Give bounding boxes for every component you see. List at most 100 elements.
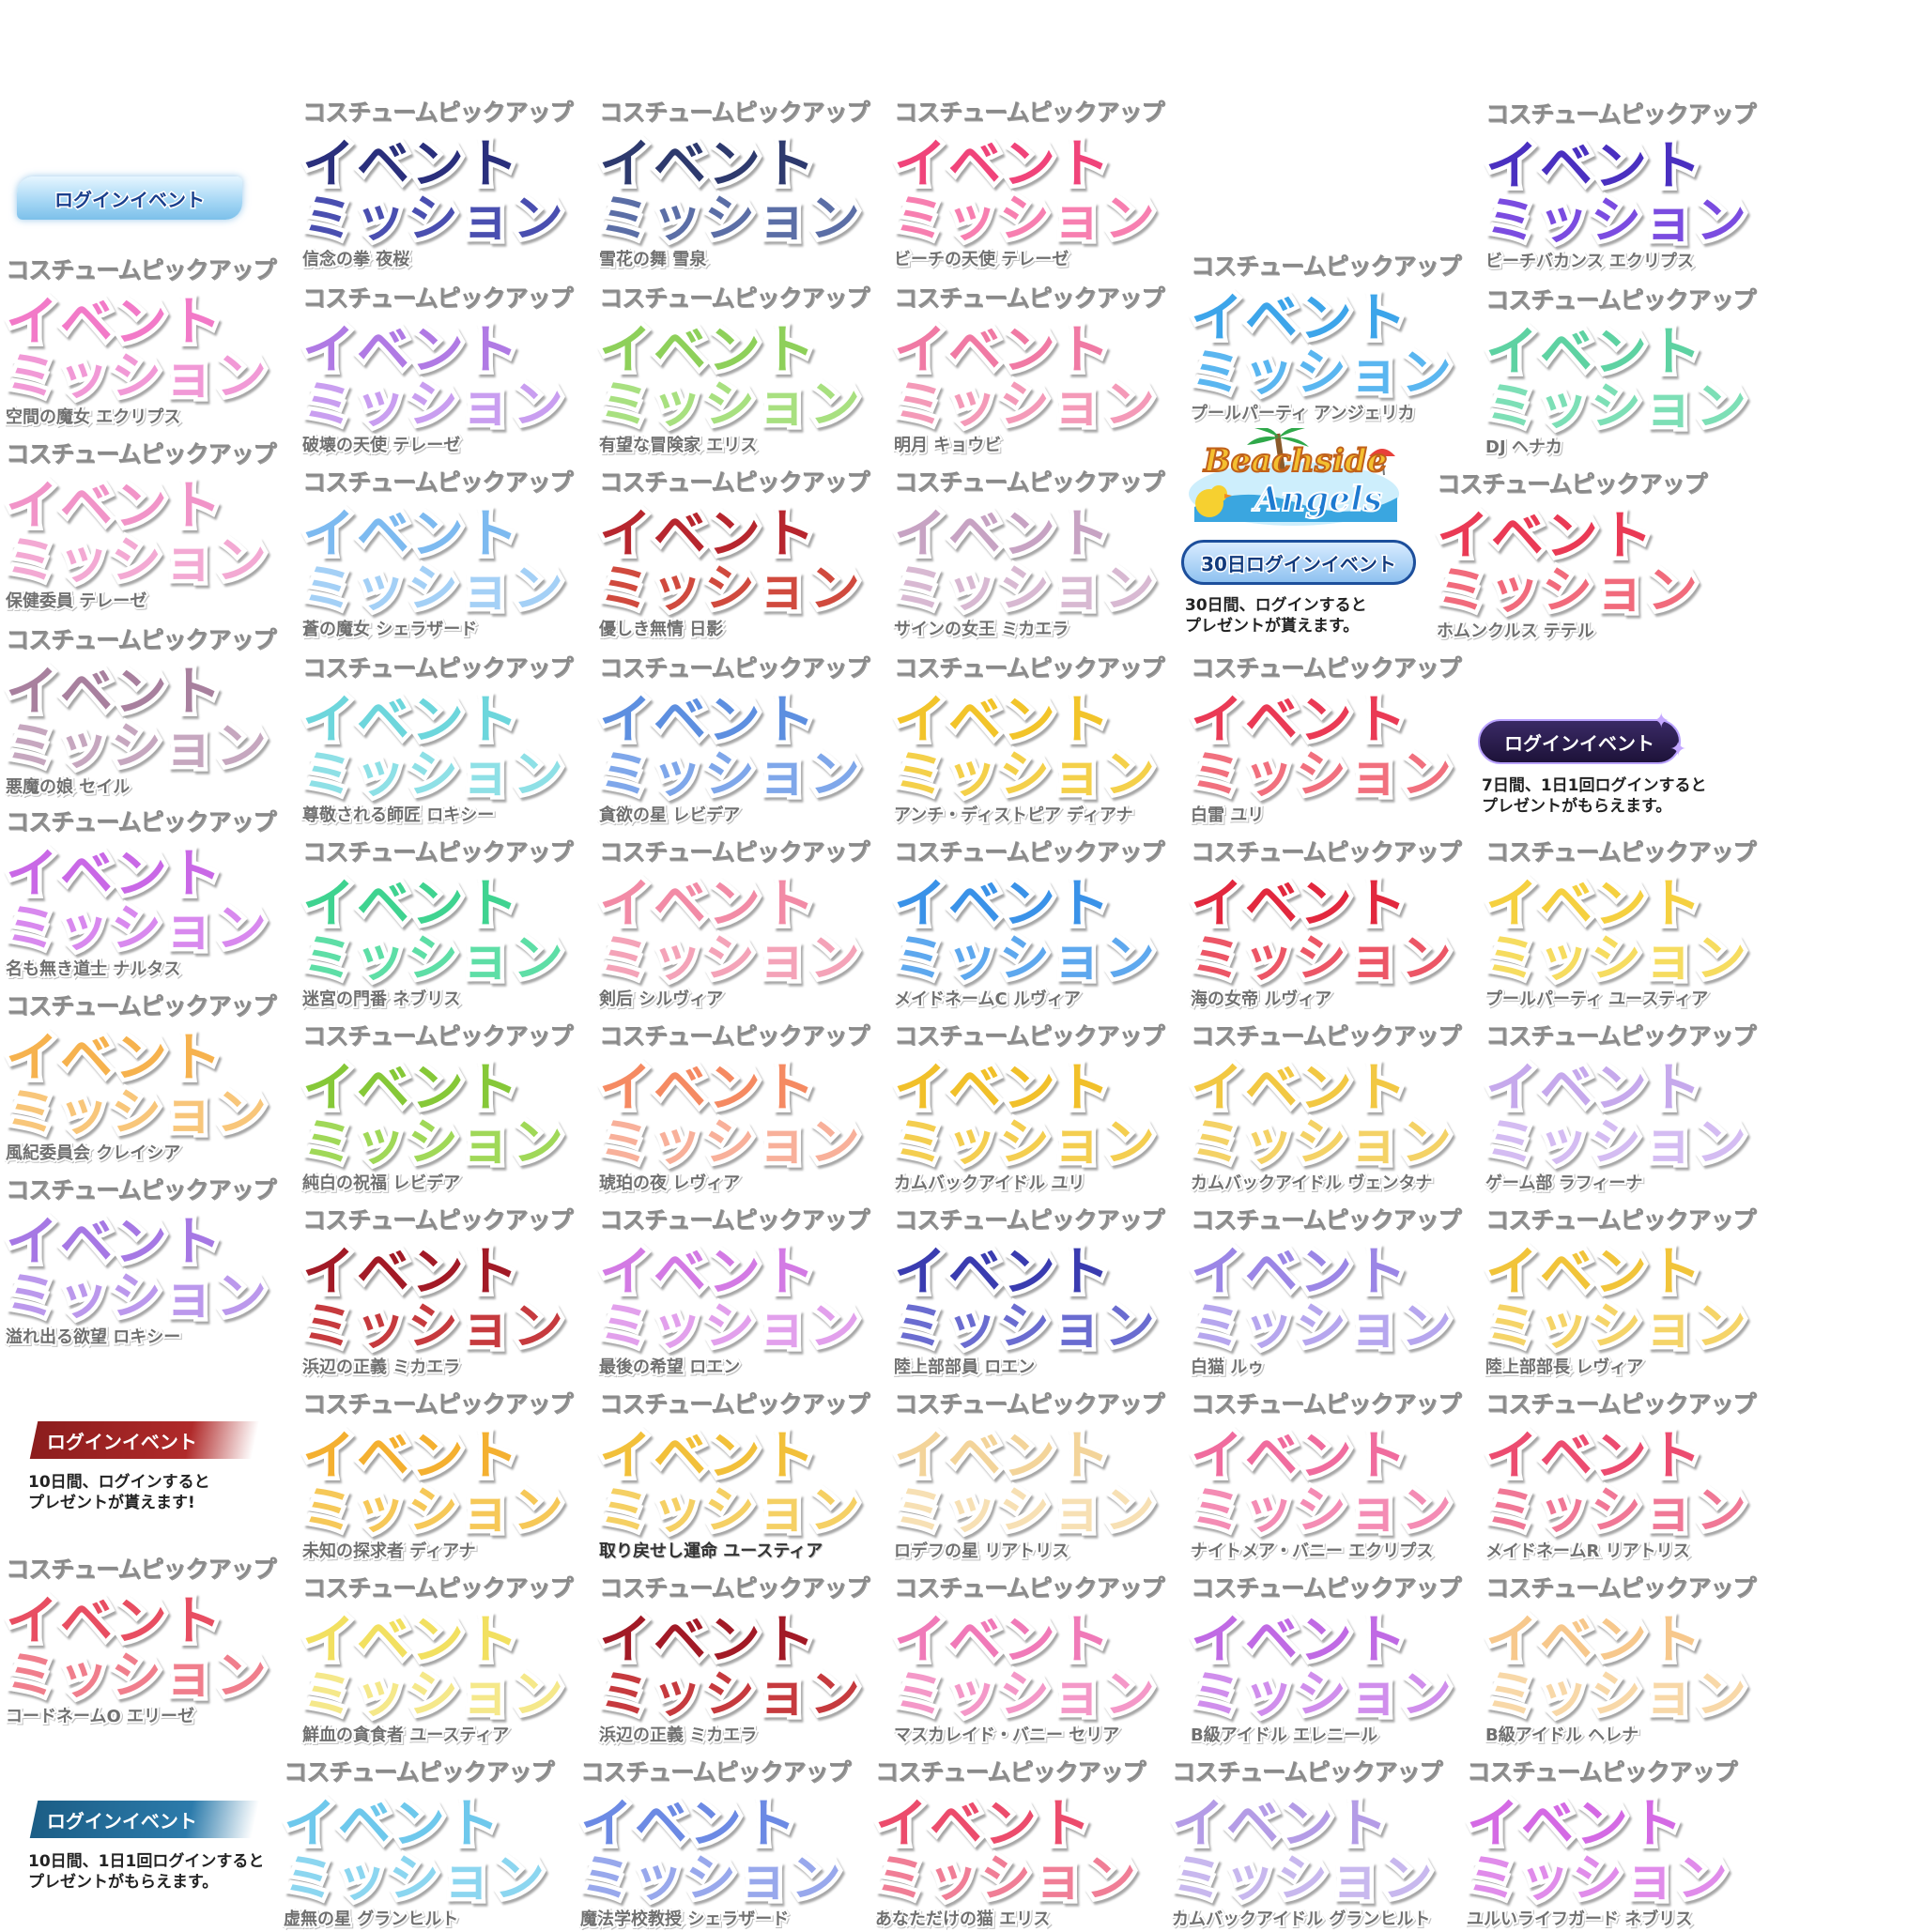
event-mission-banner: コスチュームピックアップ イベント ミッション ロデフの星 リアトリス — [890, 1386, 1185, 1564]
banner-costume-name: 魔法学校教授 シェラザード — [578, 1908, 791, 1931]
event-mission-banner: コスチュームピックアップ イベント ミッション 未知の探求者 ディアナ — [299, 1386, 593, 1564]
banner-costume-name: 浜辺の正義 ミカエラ — [300, 1356, 462, 1379]
banner-costume-name: 優しき無情 日影 — [597, 618, 725, 641]
event-mission-banner: コスチュームピックアップ イベント ミッション 蒼の魔女 シェラザード — [299, 464, 593, 642]
event-mission-banner: コスチュームピックアップ イベント ミッション 最後の希望 ロエン — [595, 1202, 890, 1380]
login-event-ice-badge: ログインイベント — [17, 176, 242, 220]
banner-costume-name: プールパーティ アンジェリカ — [1189, 402, 1416, 425]
banner-costume-name: 破壊の天使 テレーゼ — [300, 434, 462, 457]
banner-costume-name: 雪花の舞 雪泉 — [597, 248, 708, 271]
banner-mission-title: ミッション — [299, 555, 568, 622]
event-mission-banner: コスチュームピックアップ イベント ミッション あなただけの猫 エリス — [871, 1754, 1166, 1932]
ten-day-daily-login-label: ログインイベント — [47, 1809, 197, 1832]
banner-mission-title: ミッション — [595, 1661, 865, 1728]
thirty-day-login-label: 30日ログインイベント — [1200, 551, 1398, 576]
event-mission-banner: コスチュームピックアップ イベント ミッション 純白の祝福 レビデア — [299, 1018, 593, 1196]
banner-mission-title: ミッション — [1482, 1661, 1751, 1728]
beachside-angels-logo-art: Beachside Angels — [1189, 427, 1399, 526]
banner-mission-title: ミッション — [1482, 1109, 1751, 1176]
banner-costume-name: 溢れ出る欲望 ロキシー — [4, 1326, 182, 1349]
banner-mission-title: ミッション — [299, 1293, 568, 1360]
banner-costume-name: 明月 キョウビ — [892, 434, 1003, 457]
banner-costume-name: 虚無の星 グランヒルト — [282, 1908, 460, 1931]
event-mission-banner: コスチュームピックアップ イベント ミッション 優しき無情 日影 — [595, 464, 890, 642]
banner-costume-name: 空間の魔女 エクリプス — [4, 406, 182, 429]
event-mission-banner: コスチュームピックアップ イベント ミッション プールパーティ アンジェリカ — [1187, 248, 1482, 426]
banner-costume-name: ナイトメア・バニー エクリプス — [1189, 1540, 1435, 1563]
banner-mission-title: ミッション — [2, 343, 271, 410]
event-mission-banner: コスチュームピックアップ イベント ミッション 虚無の星 グランヒルト — [280, 1754, 575, 1932]
banner-mission-title: ミッション — [1482, 373, 1751, 440]
event-mission-banner: コスチュームピックアップ イベント ミッション 陸上部部長 レヴィア — [1482, 1202, 1777, 1380]
banner-mission-title: ミッション — [890, 1661, 1160, 1728]
banner-mission-title: ミッション — [2, 895, 271, 962]
banner-mission-title: ミッション — [890, 1109, 1160, 1176]
banner-costume-name: 海の女帝 ルヴィア — [1189, 988, 1333, 1011]
banner-mission-title: ミッション — [890, 371, 1160, 438]
banner-costume-name: 貪欲の星 レビデア — [597, 804, 742, 827]
banner-costume-name: 悪魔の娘 セイル — [4, 775, 131, 799]
seven-day-notice-line: 7日間、1日1回ログインすると — [1481, 775, 1708, 797]
event-mission-banner: コスチュームピックアップ イベント ミッション 破壊の天使 テレーゼ — [299, 280, 593, 458]
event-mission-banner: コスチュームピックアップ イベント ミッション コードネームO エリーゼ — [2, 1551, 297, 1729]
banner-costume-name: マスカレイド・バニー セリア — [892, 1724, 1121, 1747]
banner-mission-title: ミッション — [299, 925, 568, 992]
event-mission-banner: コスチュームピックアップ イベント ミッション 名も無き道士 ナルタス — [2, 804, 297, 982]
event-mission-banner: コスチュームピックアップ イベント ミッション 鮮血の貪食者 ユースティア — [299, 1570, 593, 1748]
banner-mission-title: ミッション — [1187, 1477, 1456, 1544]
banner-mission-title: ミッション — [1482, 187, 1751, 254]
event-mission-banner: コスチュームピックアップ イベント ミッション ホムンクルス テテル — [1433, 466, 1728, 644]
banner-mission-title: ミッション — [890, 555, 1160, 622]
banner-mission-title: ミッション — [2, 527, 271, 594]
event-mission-banner: コスチュームピックアップ イベント ミッション 取り戻せし運命 ユースティア — [595, 1386, 890, 1564]
banner-costume-name: ビーチの天使 テレーゼ — [892, 248, 1070, 271]
banner-costume-name: カムバックアイドル ヴェンタナ — [1189, 1172, 1434, 1195]
banner-costume-name: 剣后 シルヴィア — [597, 988, 725, 1011]
banner-mission-title: ミッション — [299, 1477, 568, 1544]
banner-mission-title: ミッション — [1187, 925, 1456, 992]
banner-mission-title: ミッション — [595, 1293, 865, 1360]
event-mission-banner: コスチュームピックアップ イベント ミッション 白雷 ユリ — [1187, 650, 1482, 828]
thirty-day-notice-line: プレゼントが貰えます。 — [1184, 616, 1361, 637]
banner-mission-title: ミッション — [2, 1079, 271, 1146]
banner-mission-title: ミッション — [280, 1845, 549, 1912]
event-mission-banner: コスチュームピックアップ イベント ミッション サインの女王 ミカエラ — [890, 464, 1185, 642]
banner-costume-name: 純白の祝福 レビデア — [300, 1172, 462, 1195]
banner-mission-title: ミッション — [1187, 1109, 1456, 1176]
banner-mission-title: ミッション — [595, 555, 865, 622]
seven-day-login-badge: ログインイベント — [1478, 719, 1681, 764]
banner-costume-name: 迷宮の門番 ネブリス — [300, 988, 462, 1011]
sparkle-icon: ✦ — [1653, 710, 1670, 733]
banner-costume-name: ゲーム部 ラフィーナ — [1484, 1172, 1644, 1195]
banner-mission-title: ミッション — [1482, 1293, 1751, 1360]
banner-mission-title: ミッション — [595, 1477, 865, 1544]
banner-costume-name: 名も無き道士 ナルタス — [4, 958, 182, 981]
ten-day-notice-line: プレゼントが貰えます! — [27, 1493, 197, 1514]
event-mission-banner: コスチュームピックアップ イベント ミッション 明月 キョウビ — [890, 280, 1185, 458]
banner-mission-title: ミッション — [1187, 1293, 1456, 1360]
banner-mission-title: ミッション — [1463, 1845, 1732, 1912]
ten-day-daily-login-badge: ログインイベント — [29, 1801, 260, 1838]
event-mission-banner: コスチュームピックアップ イベント ミッション 雪花の舞 雪泉 — [595, 94, 890, 272]
event-mission-banner: コスチュームピックアップ イベント ミッション 陸上部部員 ロエン — [890, 1202, 1185, 1380]
thirty-day-notice-line: 30日間、ログインすると — [1184, 595, 1369, 617]
event-mission-banner: コスチュームピックアップ イベント ミッション 迷宮の門番 ネブリス — [299, 834, 593, 1012]
event-mission-banner: コスチュームピックアップ イベント ミッション 剣后 シルヴィア — [595, 834, 890, 1012]
ten-day-notice: 10日間、ログインすると プレゼントが貰えます! — [27, 1472, 212, 1514]
event-mission-banner: コスチュームピックアップ イベント ミッション 魔法学校教授 シェラザード — [577, 1754, 871, 1932]
banner-mission-title: ミッション — [2, 1642, 271, 1710]
event-mission-banner: コスチュームピックアップ イベント ミッション ユルいライフガード ネブリス — [1463, 1754, 1758, 1932]
banner-costume-name: 鮮血の貪食者 ユースティア — [300, 1724, 511, 1747]
banner-costume-name: コードネームO エリーゼ — [4, 1705, 196, 1728]
banner-mission-title: ミッション — [299, 371, 568, 438]
banner-mission-title: ミッション — [1482, 1477, 1751, 1544]
banner-costume-name: ロデフの星 リアトリス — [892, 1540, 1070, 1563]
ten-day-daily-notice-line: プレゼントがもらえます。 — [26, 1872, 219, 1894]
banner-mission-title: ミッション — [299, 741, 568, 808]
ten-day-daily-notice: 10日間、1日1回ログインすると プレゼントがもらえます。 — [26, 1851, 265, 1894]
thirty-day-notice: 30日間、ログインすると プレゼントが貰えます。 — [1184, 595, 1369, 637]
event-mission-banner: コスチュームピックアップ イベント ミッション 琥珀の夜 レヴィア — [595, 1018, 890, 1196]
banner-costume-name: カムバックアイドル グランヒルト — [1170, 1908, 1432, 1931]
event-mission-banner: コスチュームピックアップ イベント ミッション ナイトメア・バニー エクリプス — [1187, 1386, 1482, 1564]
banner-costume-name: ビーチバカンス エクリプス — [1484, 250, 1696, 273]
